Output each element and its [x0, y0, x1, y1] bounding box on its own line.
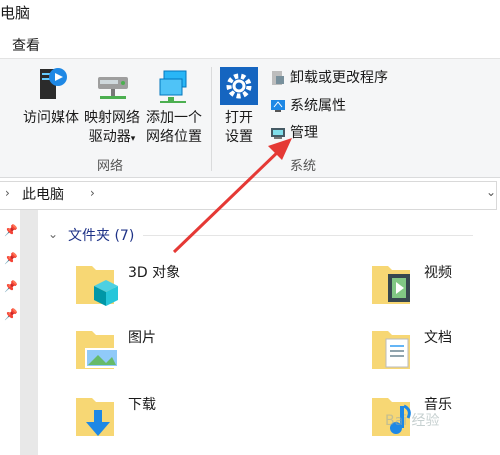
computer-management-icon: [271, 128, 285, 139]
pictures-folder-icon: [76, 331, 119, 369]
folder-item-documents[interactable]: 文档: [368, 325, 500, 385]
navigation-pane: 📌 📌 📌 📌: [0, 210, 40, 455]
downloads-folder-icon: [76, 398, 114, 436]
folder-item-downloads[interactable]: 下载: [72, 392, 252, 452]
open-settings-label-2: 设置: [225, 129, 253, 145]
folder-item-pictures[interactable]: 图片: [72, 325, 252, 385]
map-network-drive-label-2: 驱动器▾: [88, 129, 136, 145]
watermark: Bai 经验: [385, 413, 440, 429]
network-location-icon: [159, 70, 187, 103]
folder-name: 视频: [424, 265, 452, 281]
folder-item-videos[interactable]: 视频: [368, 260, 500, 320]
open-settings-label-1: 打开: [225, 110, 253, 126]
3d-objects-folder-icon: [76, 266, 118, 306]
chevron-down-icon[interactable]: ⌄: [48, 227, 58, 241]
chevron-right-icon[interactable]: ›: [90, 186, 95, 200]
system-properties-icon: [271, 100, 285, 112]
system-properties-label: 系统属性: [290, 98, 346, 114]
system-group-label: 系统: [290, 159, 317, 174]
window-title: 电脑: [0, 4, 31, 22]
pin-icon[interactable]: 📌: [4, 308, 18, 321]
add-network-location-label-2: 网络位置: [146, 129, 202, 145]
dropdown-caret-icon: ▾: [130, 134, 136, 144]
pin-icon[interactable]: 📌: [4, 280, 18, 293]
breadcrumb-this-pc[interactable]: 此电脑: [22, 184, 64, 204]
title-bar: 电脑: [0, 0, 500, 28]
access-media-button[interactable]: 访问媒体: [20, 63, 82, 153]
chevron-right-icon[interactable]: ›: [5, 186, 10, 200]
scrollbar[interactable]: [20, 210, 38, 455]
folders-section-title: 文件夹 (7): [68, 228, 135, 244]
folder-item-3d-objects[interactable]: 3D 对象: [72, 260, 252, 320]
uninstall-icon: [272, 71, 284, 85]
add-network-location-label-1: 添加一个: [146, 110, 202, 126]
pin-icon[interactable]: 📌: [4, 252, 18, 265]
ribbon-tab-row: 查看: [0, 28, 500, 58]
documents-folder-icon: [372, 331, 410, 369]
pin-icon[interactable]: 📌: [4, 224, 18, 237]
group-divider: [211, 67, 212, 171]
network-drive-icon: [98, 77, 128, 99]
chevron-down-icon[interactable]: ⌄: [486, 185, 496, 199]
address-box[interactable]: [0, 181, 497, 210]
tab-view[interactable]: 查看: [12, 35, 40, 55]
map-network-drive-button[interactable]: 映射网络 驱动器▾: [82, 63, 142, 153]
map-network-drive-label-1: 映射网络: [84, 110, 140, 126]
add-network-location-button[interactable]: 添加一个 网络位置: [144, 63, 204, 153]
network-group-label: 网络: [97, 159, 124, 174]
access-media-label: 访问媒体: [23, 110, 79, 126]
folder-name: 3D 对象: [128, 265, 181, 281]
section-divider: [143, 235, 473, 236]
address-bar[interactable]: › 此电脑 › ⌄: [0, 180, 500, 210]
gear-icon: [220, 67, 258, 105]
media-server-icon: [40, 68, 67, 99]
videos-folder-icon: [372, 266, 410, 304]
open-settings-button[interactable]: 打开 设置: [216, 63, 262, 153]
folder-name: 下载: [128, 397, 156, 413]
folder-name: 图片: [128, 330, 156, 346]
manage-label: 管理: [290, 125, 318, 141]
ribbon: 访问媒体 映射网络 驱动器▾ 添加一个 网络位置 网络 打开 设置 卸载或更改程…: [0, 58, 500, 178]
folder-name: 文档: [424, 330, 452, 346]
uninstall-programs-label: 卸载或更改程序: [290, 70, 388, 86]
